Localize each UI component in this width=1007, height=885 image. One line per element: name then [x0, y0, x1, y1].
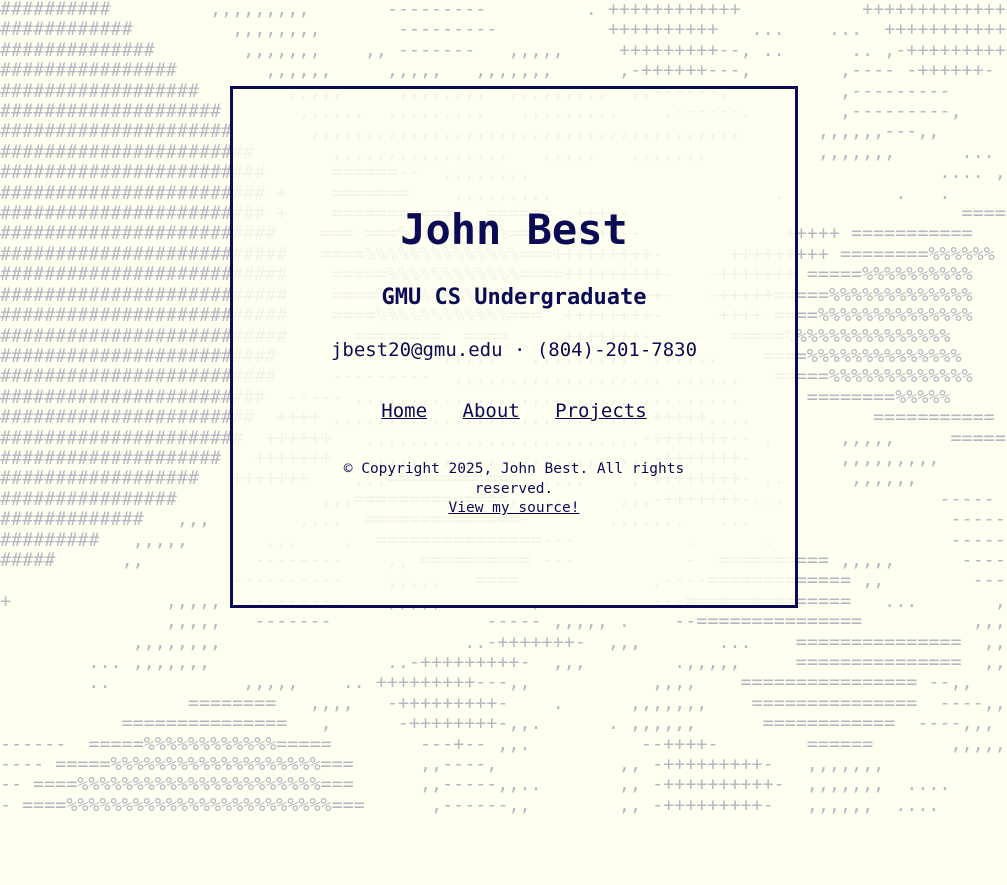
footer: © Copyright 2025, John Best. All rights …: [328, 460, 700, 519]
view-source-link[interactable]: View my source!: [449, 500, 580, 516]
subtitle: GMU CS Undergraduate: [381, 285, 647, 310]
nav-home-link[interactable]: Home: [381, 400, 427, 422]
page-title: John Best: [400, 205, 628, 254]
copyright-text: © Copyright 2025, John Best. All rights …: [343, 461, 685, 497]
nav-about-link[interactable]: About: [463, 400, 520, 422]
contact-info: jbest20@gmu.edu · (804)-201-7830: [330, 339, 698, 361]
intro-card: John Best GMU CS Undergraduate jbest20@g…: [230, 86, 798, 608]
nav-projects-link[interactable]: Projects: [555, 400, 647, 422]
nav-links: Home About Projects: [233, 398, 795, 424]
